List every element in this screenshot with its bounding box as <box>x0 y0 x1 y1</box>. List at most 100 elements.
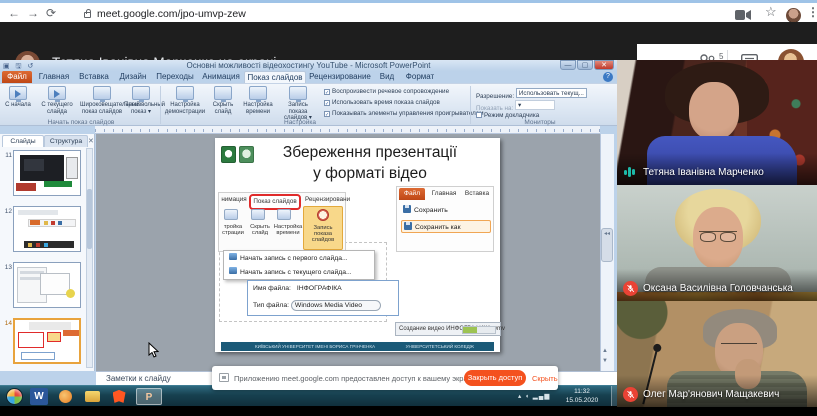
hide-slide-button[interactable]: Скрыть слайд <box>208 86 238 115</box>
window-buttons: — ▢ ✕ <box>560 60 614 70</box>
slide-thumbnail-13[interactable] <box>13 262 81 308</box>
speaking-indicator-icon <box>624 166 638 178</box>
slides-panel: Слайды Структура ✕ 11 12 <box>0 134 95 371</box>
progress-track <box>462 326 496 334</box>
participant-tile-3[interactable]: Олег Мар'янович Мащакевич <box>617 301 817 416</box>
filetype-value: Windows Media Video <box>291 300 381 311</box>
broadcast-icon <box>93 86 111 100</box>
bookmark-star-icon[interactable]: ☆ <box>765 6 777 18</box>
slide-thumbnail-12[interactable] <box>13 206 81 252</box>
taskbar-brave-icon[interactable] <box>110 388 128 405</box>
browser-profile-avatar[interactable] <box>786 8 801 23</box>
mini-record-icon <box>317 209 329 221</box>
setup-slideshow-button[interactable]: Настройка демонстрации <box>164 86 206 115</box>
tab-transitions[interactable]: Переходы <box>152 71 198 83</box>
taskbar-word-icon[interactable]: W <box>30 388 48 405</box>
group-label-start: Начать показ слайдов <box>18 119 144 126</box>
tab-format[interactable]: Формат <box>400 71 440 83</box>
checkbox-presenter-mode[interactable]: Режим докладчика <box>476 112 539 119</box>
checkbox-play-narration[interactable]: ✓Воспроизвести речевое сопровождение <box>324 88 449 95</box>
slide-image-save-dialog: Имя файла: ІНФОГРАФІКА Тип файла: Window… <box>247 280 399 316</box>
custom-show-icon <box>132 86 150 100</box>
start-button[interactable] <box>6 388 23 405</box>
mic-muted-icon <box>623 387 638 402</box>
thumb-number: 13 <box>2 264 12 271</box>
checkbox-show-media-controls[interactable]: ✓Показывать элементы управления проигрыв… <box>324 110 484 117</box>
tab-design[interactable]: Дизайн <box>114 71 152 83</box>
taskbar-powerpoint-icon-active[interactable]: P <box>136 388 162 405</box>
mini-timer-icon <box>277 209 291 220</box>
letterbox-strip <box>617 407 817 416</box>
ppt-window-title: Основні можливості відеохостингу YouTube… <box>186 61 430 70</box>
reload-icon[interactable]: ⟳ <box>46 7 56 19</box>
timer-icon <box>249 86 267 100</box>
record-slideshow-button[interactable]: Запись показа слайдов ▾ <box>278 86 318 122</box>
taskbar-media-player-icon[interactable] <box>56 388 74 405</box>
panel-tab-slides[interactable]: Слайды <box>2 135 44 147</box>
next-slide-icon[interactable]: ▼ <box>602 358 608 364</box>
screen-share-banner: Приложению meet.google.com предоставлен … <box>212 366 558 390</box>
panel-close-icon[interactable]: ✕ <box>88 137 94 145</box>
close-button[interactable]: ✕ <box>594 60 614 70</box>
tab-file[interactable]: Файл <box>2 71 32 83</box>
panel-scrollbar[interactable] <box>86 148 93 368</box>
slide-image-record-menu: Начать запись с первого слайда... Начать… <box>223 250 375 280</box>
broadcast-slideshow-button[interactable]: Широковещательный показ слайдов <box>80 86 124 115</box>
mini-file-tab: Файл <box>399 188 425 200</box>
setup-show-icon <box>176 86 194 100</box>
mini-insert-tab: Вставка <box>461 188 493 200</box>
url-field[interactable]: meet.google.com/jpo-umvp-zew <box>97 8 246 20</box>
slide-thumbnail-11[interactable] <box>13 150 81 196</box>
show-on-row: Показать на: ▾ <box>476 100 555 112</box>
checkbox-icon <box>476 112 482 118</box>
ribbon-separator <box>160 86 161 124</box>
maximize-button[interactable]: ▢ <box>577 60 593 70</box>
mini-label-hide: Скрыть слайд <box>247 224 273 236</box>
hide-banner-link[interactable]: Скрыть <box>532 374 558 383</box>
lock-icon <box>84 12 91 18</box>
checkbox-use-timings[interactable]: ✓Использовать время показа слайдов <box>324 99 440 106</box>
share-banner-text: Приложению meet.google.com предоставлен … <box>234 374 477 383</box>
person-face <box>689 82 739 140</box>
rehearse-timings-button[interactable]: Настройка времени <box>240 86 276 115</box>
minimize-button[interactable]: — <box>560 60 576 70</box>
slide-thumbnail-14-selected[interactable] <box>13 318 81 364</box>
from-beginning-button[interactable]: С начала <box>2 86 34 109</box>
tab-view[interactable]: Вид <box>374 71 400 83</box>
menu-item-record-current: Начать запись с текущего слайда... <box>228 266 374 280</box>
collapse-panel-handle[interactable]: ◂◂ <box>601 228 613 262</box>
panel-tab-outline[interactable]: Структура <box>44 135 88 147</box>
back-icon[interactable]: ← <box>8 7 20 19</box>
custom-slideshow-button[interactable]: Произвольный показ ▾ <box>124 86 158 115</box>
tab-home[interactable]: Главная <box>34 71 74 83</box>
show-on-dropdown[interactable]: ▾ <box>515 100 555 110</box>
tab-insert[interactable]: Вставка <box>74 71 114 83</box>
stop-sharing-button[interactable]: Закрыть доступ <box>464 370 526 386</box>
tab-review[interactable]: Рецензирование <box>306 71 374 83</box>
system-tray-icons[interactable]: ▴ ◖ ▂▄▆ <box>518 392 550 400</box>
taskbar-clock[interactable]: 11:32 15.05.2020 <box>556 387 608 405</box>
taskbar-explorer-icon[interactable] <box>82 388 102 405</box>
forward-icon[interactable]: → <box>27 7 39 19</box>
browser-menu-icon[interactable]: ⋮ <box>807 6 817 18</box>
name-overlay: Тетяна Іванівна Марченко <box>617 153 817 185</box>
camera-icon[interactable] <box>735 10 751 20</box>
horizontal-ruler <box>95 126 600 134</box>
group-label-setup: Настройка <box>240 119 360 126</box>
resolution-dropdown[interactable]: Использовать текущ... <box>516 88 587 98</box>
help-icon[interactable]: ? <box>603 72 613 82</box>
slide-canvas: Збереження презентації у форматі відео н… <box>215 138 500 352</box>
mic-muted-icon <box>623 281 638 296</box>
tab-animation[interactable]: Анимация <box>198 71 244 83</box>
participant-tile-1[interactable]: Тетяна Іванівна Марченко <box>617 60 817 185</box>
quick-access-toolbar[interactable]: ▣ 🖫 ↺ <box>3 61 35 71</box>
play-from-start-icon <box>9 86 27 100</box>
slide-title: Збереження презентації у форматі відео <box>245 142 495 184</box>
name-overlay: Олег Мар'янович Мащакевич <box>617 375 817 407</box>
dialog-filename-row: Имя файла: ІНФОГРАФІКА <box>253 285 342 292</box>
previous-slide-icon[interactable]: ▲ <box>602 348 608 354</box>
tab-slideshow-active[interactable]: Показ слайдов <box>244 71 306 83</box>
dialog-filetype-row: Тип файла: Windows Media Video <box>253 300 381 311</box>
participant-tile-2[interactable]: Оксана Василівна Головчанська <box>617 185 817 301</box>
from-current-slide-button[interactable]: С текущего слайда <box>36 86 78 115</box>
